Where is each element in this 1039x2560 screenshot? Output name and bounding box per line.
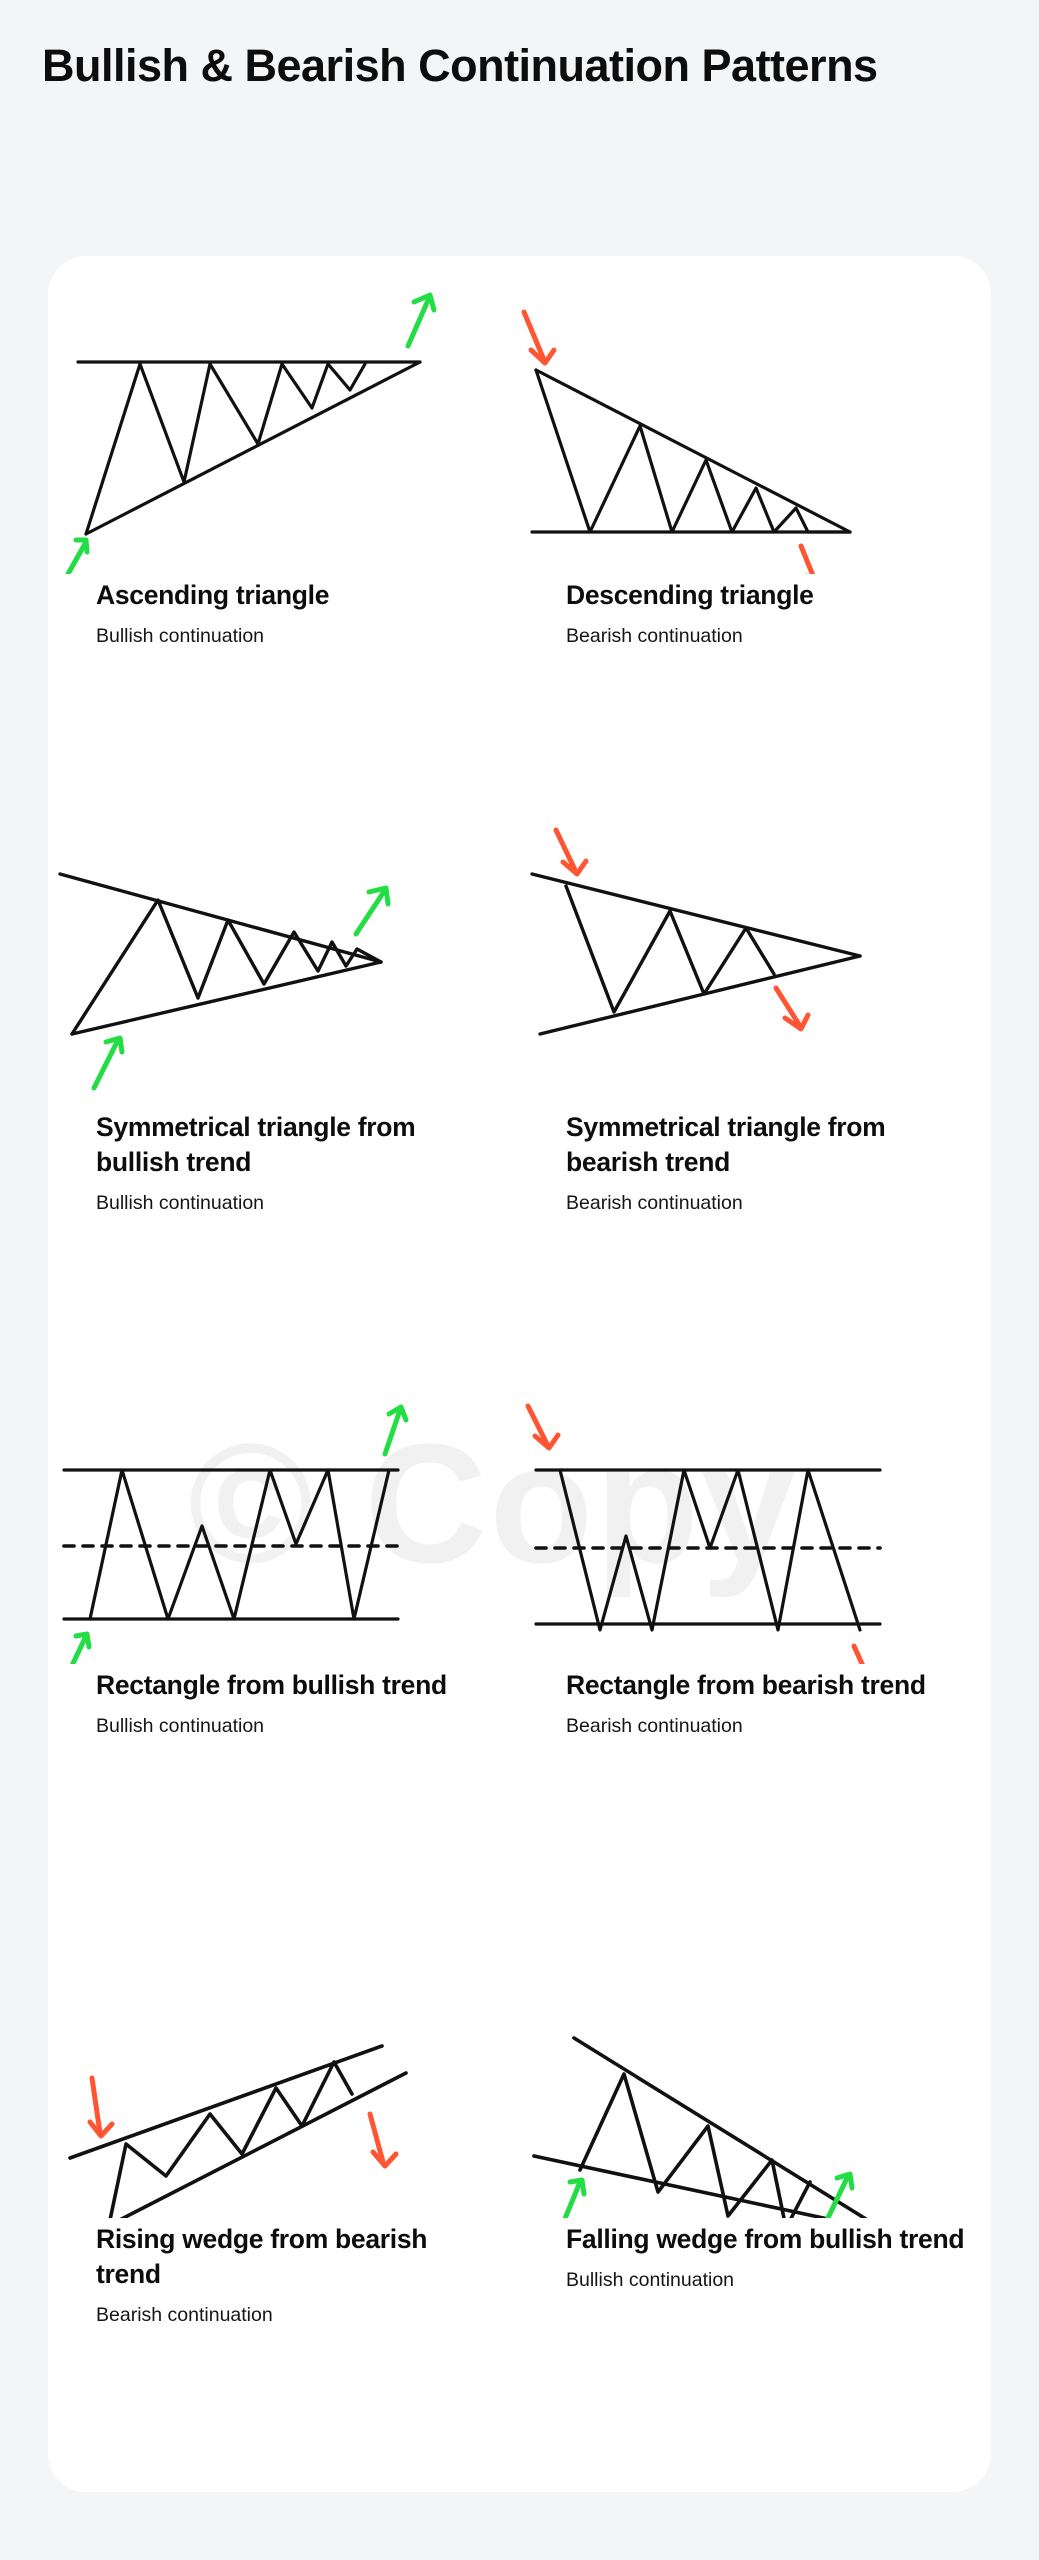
- figure-rising-wedge: [48, 1928, 518, 2218]
- pattern-title: Symmetrical triangle from bearish trend: [566, 1112, 886, 1178]
- figure-symmetrical-triangle-bearish: [518, 816, 988, 1106]
- pattern-subtitle: Bearish continuation: [566, 1715, 743, 1738]
- pattern-title: Ascending triangle: [96, 580, 330, 610]
- pattern-title: Rising wedge from bearish trend: [96, 2224, 428, 2290]
- patterns-card: © Copy Ascending triangle Bullish contin…: [48, 256, 991, 2492]
- figure-falling-wedge: [518, 1928, 988, 2218]
- pattern-card-descending-triangle[interactable]: Descending triangle Bearish continuation: [518, 284, 988, 650]
- page-title: Bullish & Bearish Continuation Patterns: [42, 40, 878, 91]
- bearish-breakout-arrow-icon: [851, 1643, 865, 1664]
- pattern-card-symmetrical-triangle-bearish[interactable]: Symmetrical triangle from bearish trend …: [518, 816, 988, 1217]
- figure-descending-triangle: [518, 284, 988, 574]
- bearish-breakout-arrow-icon: [773, 985, 811, 1032]
- pattern-subtitle: Bearish continuation: [566, 625, 743, 648]
- pattern-subtitle: Bullish continuation: [566, 2269, 735, 2292]
- bullish-entry-arrow-icon: [562, 2177, 587, 2218]
- bearish-entry-arrow-icon: [521, 309, 557, 366]
- pattern-title: Rectangle from bullish trend: [96, 1670, 447, 1700]
- pattern-card-rising-wedge[interactable]: Rising wedge from bearish trend Bearish …: [48, 1928, 518, 2329]
- pattern-card-ascending-triangle[interactable]: Ascending triangle Bullish continuation: [48, 284, 518, 650]
- bearish-entry-arrow-icon: [87, 2075, 115, 2139]
- bearish-entry-arrow-icon: [525, 1403, 561, 1451]
- pattern-subtitle: Bearish continuation: [566, 1192, 743, 1215]
- figure-rectangle-bullish: [48, 1374, 518, 1664]
- bullish-entry-arrow-icon: [69, 1631, 92, 1664]
- pattern-subtitle: Bullish continuation: [96, 625, 265, 648]
- infographic-page: Bullish & Bearish Continuation Patterns …: [0, 0, 1039, 2560]
- pattern-subtitle: Bullish continuation: [96, 1192, 265, 1215]
- pattern-title: Rectangle from bearish trend: [566, 1670, 926, 1700]
- pattern-title: Falling wedge from bullish trend: [566, 2224, 965, 2254]
- bearish-breakout-arrow-icon: [367, 2111, 399, 2169]
- bullish-entry-arrow-icon: [65, 537, 90, 574]
- pattern-card-falling-wedge[interactable]: Falling wedge from bullish trend Bullish…: [518, 1928, 988, 2294]
- pattern-subtitle: Bearish continuation: [96, 2304, 273, 2327]
- bullish-breakout-arrow-icon: [405, 292, 437, 349]
- pattern-card-rectangle-bearish[interactable]: Rectangle from bearish trend Bearish con…: [518, 1374, 988, 1740]
- patterns-grid: Ascending triangle Bullish continuation: [48, 256, 991, 2492]
- pattern-card-symmetrical-triangle-bullish[interactable]: Symmetrical triangle from bullish trend …: [48, 816, 518, 1217]
- bearish-entry-arrow-icon: [553, 827, 589, 877]
- figure-ascending-triangle: [48, 284, 518, 574]
- bullish-entry-arrow-icon: [91, 1035, 125, 1091]
- pattern-title: Symmetrical triangle from bullish trend: [96, 1112, 416, 1178]
- bullish-breakout-arrow-icon: [353, 885, 391, 937]
- pattern-card-rectangle-bullish[interactable]: Rectangle from bullish trend Bullish con…: [48, 1374, 518, 1740]
- pattern-subtitle: Bullish continuation: [96, 1715, 265, 1738]
- figure-rectangle-bearish: [518, 1374, 988, 1664]
- pattern-title: Descending triangle: [566, 580, 814, 610]
- figure-symmetrical-triangle-bullish: [48, 816, 518, 1106]
- bearish-breakout-arrow-icon: [798, 543, 816, 574]
- bullish-breakout-arrow-icon: [382, 1404, 409, 1457]
